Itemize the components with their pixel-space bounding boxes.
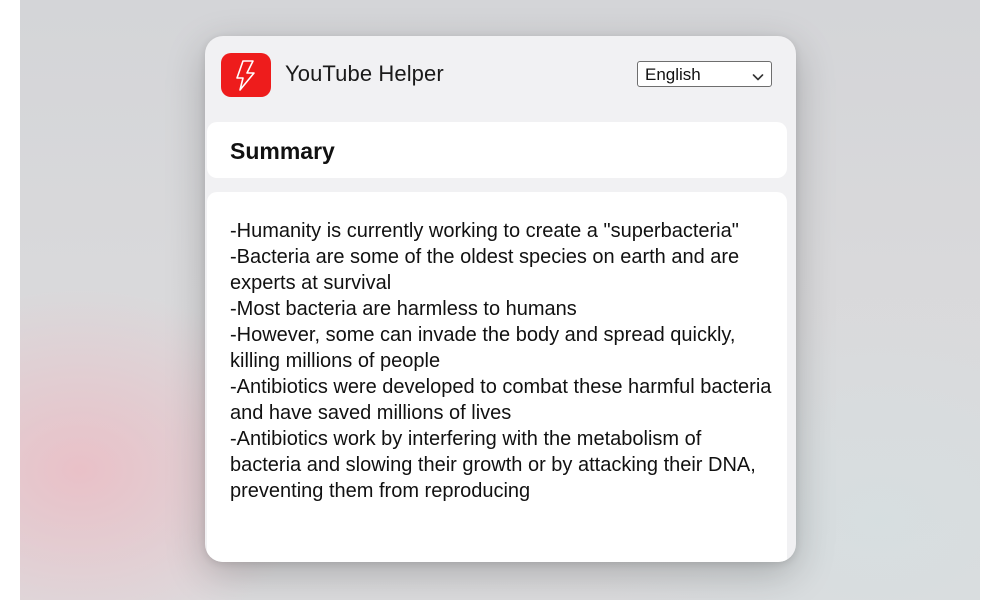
- chevron-down-icon: [752, 69, 764, 87]
- summary-heading: Summary: [230, 138, 335, 164]
- summary-points: -Humanity is currently working to create…: [230, 218, 775, 504]
- summary-content-card: -Humanity is currently working to create…: [207, 192, 787, 562]
- app-title: YouTube Helper: [285, 61, 444, 86]
- summary-point: -Antibiotics work by interfering with th…: [230, 428, 756, 502]
- summary-point: -However, some can invade the body and s…: [230, 324, 736, 372]
- language-select-value: English: [645, 65, 701, 84]
- summary-point: -Bacteria are some of the oldest species…: [230, 246, 740, 294]
- lightning-bolt-icon: [221, 53, 271, 97]
- summary-point: -Humanity is currently working to create…: [230, 220, 739, 242]
- summary-point: -Antibiotics were developed to combat th…: [230, 376, 772, 424]
- language-select[interactable]: English: [637, 61, 772, 87]
- summary-point: -Most bacteria are harmless to humans: [230, 298, 577, 320]
- summary-header-card: Summary: [207, 122, 787, 178]
- popup-header: YouTube Helper English: [205, 36, 796, 114]
- extension-popup: YouTube Helper English Summary -Humanity…: [205, 36, 796, 562]
